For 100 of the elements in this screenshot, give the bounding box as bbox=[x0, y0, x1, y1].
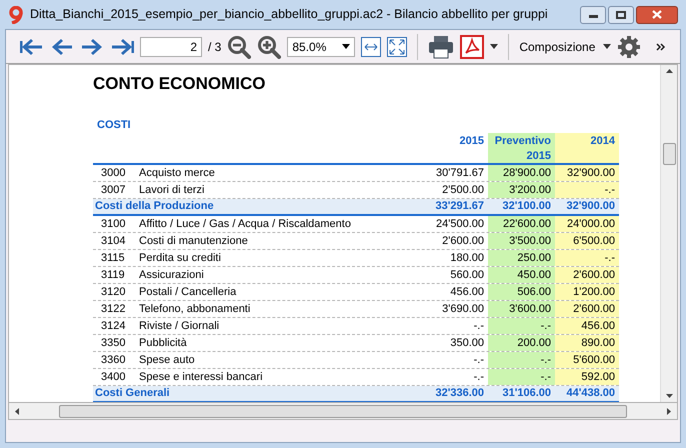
table-cell: -.- bbox=[555, 250, 619, 266]
page-field[interactable]: 2 bbox=[140, 36, 202, 56]
table-cell: 456.00 bbox=[555, 318, 619, 334]
table-cell-text: -.- bbox=[472, 370, 485, 385]
account-code: 3007 bbox=[100, 182, 126, 198]
window-title: Ditta_Bianchi_2015_esempio_per_biancio_abbellito_gruppi.ac2 - Bilancio abbellito per gruppi bbox=[30, 6, 548, 24]
scroll-down-icon[interactable] bbox=[666, 394, 672, 398]
last-page-icon[interactable] bbox=[110, 36, 134, 56]
previous-page-icon[interactable] bbox=[50, 36, 74, 56]
account-code: 3115 bbox=[100, 250, 126, 266]
caret-icon[interactable] bbox=[490, 44, 498, 49]
account-code: 3104 bbox=[100, 234, 126, 249]
column-header: Preventivo 2015 bbox=[488, 133, 555, 163]
account-code: 3360 bbox=[100, 352, 126, 368]
app-logo-icon bbox=[8, 6, 24, 24]
first-page-icon[interactable] bbox=[20, 36, 44, 56]
scroll-left-icon[interactable] bbox=[15, 408, 19, 414]
report-title: CONTO ECONOMICO bbox=[93, 73, 267, 95]
account-code: 3000 bbox=[100, 166, 126, 181]
account-description: Lavori di terzi bbox=[139, 182, 206, 198]
scroll-thumb[interactable] bbox=[59, 404, 627, 418]
table-cell: -.- bbox=[488, 369, 555, 385]
table-cell: 2'600.00 bbox=[555, 267, 619, 283]
pdf-icon[interactable] bbox=[460, 34, 484, 58]
zoom-dropdown[interactable]: 85.0% bbox=[287, 36, 356, 56]
table-cell: -.- bbox=[488, 352, 555, 368]
composition-dropdown[interactable]: Composizione bbox=[519, 38, 612, 56]
horizontal-scrollbar[interactable] bbox=[8, 403, 678, 420]
account-description: Spese auto bbox=[139, 352, 196, 368]
table-cell-text: 24'500.00 bbox=[435, 217, 485, 232]
account-code: 3400 bbox=[100, 370, 126, 385]
group-label: Costi Generali bbox=[94, 386, 171, 402]
maximize-button[interactable] bbox=[608, 6, 634, 24]
scroll-up-icon[interactable] bbox=[666, 69, 672, 73]
total-cell-text: 32'900.00 bbox=[566, 199, 616, 214]
minimize-button[interactable] bbox=[580, 6, 606, 24]
table-cell: -.- bbox=[555, 182, 619, 198]
scroll-right-icon[interactable] bbox=[667, 408, 671, 414]
account-code: 3122 bbox=[100, 302, 126, 317]
table-cell-text: 30'791.67 bbox=[435, 166, 485, 181]
total-cell-text: 32'100.00 bbox=[502, 199, 552, 214]
table-cell: 3'500.00 bbox=[488, 233, 555, 249]
close-button[interactable] bbox=[636, 6, 678, 24]
printer-icon[interactable] bbox=[428, 34, 454, 58]
account-code: 3100 bbox=[100, 216, 126, 232]
account-description: Postali / Cancelleria bbox=[139, 284, 238, 300]
zoom-out-icon[interactable] bbox=[227, 34, 252, 58]
table-cell-text: 456.00 bbox=[449, 285, 485, 300]
close-icon bbox=[652, 10, 662, 19]
table-cell: 592.00 bbox=[555, 369, 619, 385]
table-cell: 3'200.00 bbox=[488, 182, 555, 198]
table-cell: 24'000.00 bbox=[555, 216, 619, 232]
table-cell: -.- bbox=[488, 318, 555, 334]
table-cell: 200.00 bbox=[488, 335, 555, 351]
settings-icon[interactable] bbox=[617, 34, 642, 58]
total-cell-text: 31'106.00 bbox=[502, 386, 552, 402]
caret-icon bbox=[342, 44, 350, 49]
next-page-icon[interactable] bbox=[80, 36, 104, 56]
fit-width-icon[interactable] bbox=[361, 36, 382, 56]
table-cell: 6'500.00 bbox=[555, 233, 619, 249]
table-cell-text: 560.00 bbox=[449, 268, 485, 283]
table-cell: 1'200.00 bbox=[555, 284, 619, 300]
column-header: 2014 bbox=[555, 133, 619, 163]
table-cell: 506.00 bbox=[488, 284, 555, 300]
table-cell: 3'600.00 bbox=[488, 301, 555, 317]
account-description: Affitto / Luce / Gas / Acqua / Riscaldamento bbox=[139, 216, 352, 232]
account-description: Costi di manutenzione bbox=[139, 234, 249, 249]
table-cell: 28'900.00 bbox=[488, 165, 555, 181]
more-icon[interactable] bbox=[656, 42, 666, 50]
table-cell-text: 2'600.00 bbox=[441, 234, 485, 249]
fit-page-icon[interactable] bbox=[387, 36, 408, 56]
table-cell-text: -.- bbox=[472, 319, 485, 334]
table-cell-text: -.- bbox=[472, 353, 485, 368]
account-description: Acquisto merce bbox=[139, 166, 216, 181]
vertical-scrollbar[interactable] bbox=[660, 65, 677, 402]
account-code: 3120 bbox=[100, 284, 126, 300]
table-cell: 2'600.00 bbox=[555, 301, 619, 317]
table-cell-text: 180.00 bbox=[449, 251, 485, 266]
table-cell: 5'600.00 bbox=[555, 352, 619, 368]
table-cell: 32'900.00 bbox=[555, 165, 619, 181]
account-description: Perdita su crediti bbox=[139, 250, 222, 266]
scroll-thumb[interactable] bbox=[662, 142, 676, 164]
table-cell-text: 2'500.00 bbox=[441, 183, 485, 198]
account-description: Telefono, abbonamenti bbox=[139, 302, 252, 317]
table-cell: 22'600.00 bbox=[488, 216, 555, 232]
table-cell-text: 3'690.00 bbox=[441, 302, 485, 317]
total-cell-text: 44'438.00 bbox=[566, 386, 616, 402]
caret-icon bbox=[603, 44, 612, 49]
account-code: 3119 bbox=[100, 268, 126, 283]
total-cell-text: 32'336.00 bbox=[434, 386, 485, 402]
group-label: Costi della Produzione bbox=[94, 199, 215, 214]
account-description: Assicurazioni bbox=[139, 268, 205, 283]
account-description: Riviste / Giornali bbox=[139, 318, 220, 334]
zoom-in-icon[interactable] bbox=[257, 34, 282, 58]
table-cell-text: 350.00 bbox=[449, 336, 485, 351]
account-code: 3124 bbox=[100, 318, 126, 334]
account-description: Pubblicità bbox=[139, 336, 188, 351]
total-cell-text: 33'291.67 bbox=[434, 199, 485, 214]
table-cell: 450.00 bbox=[488, 267, 555, 283]
table-cell: 890.00 bbox=[555, 335, 619, 351]
